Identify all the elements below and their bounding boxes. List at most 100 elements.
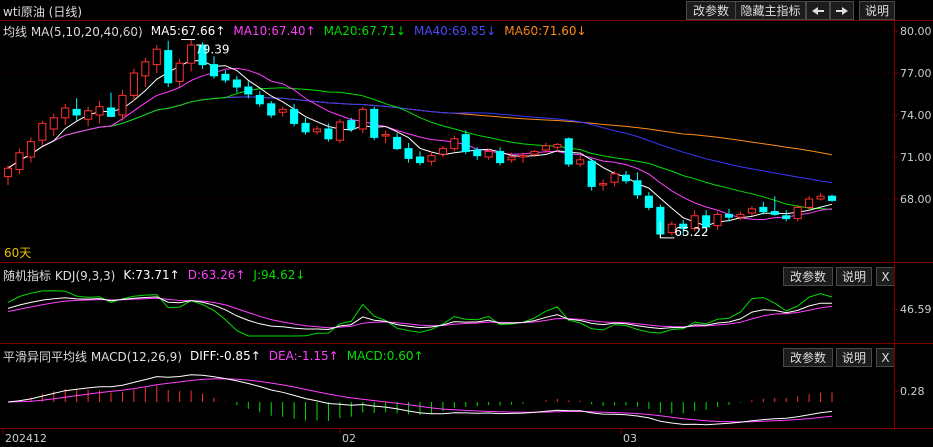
candle-body xyxy=(736,213,745,218)
candle-body xyxy=(496,150,505,164)
macd-diff-value: DIFF:-0.85↑ xyxy=(189,349,261,363)
ma5-value: MA5:67.66↑ xyxy=(150,24,226,38)
ma20-value: MA20:67.71↓ xyxy=(323,24,406,38)
kdj-help-button[interactable]: 说明 xyxy=(836,267,872,286)
kdj-k-line xyxy=(7,296,833,331)
candle-body xyxy=(232,79,241,88)
candle-body xyxy=(461,134,470,152)
ma10-value: MA10:67.40↑ xyxy=(233,24,316,38)
frame xyxy=(0,20,933,430)
period-label: 60天 xyxy=(4,246,32,260)
candle-body xyxy=(610,173,619,183)
candle-body xyxy=(324,128,333,140)
y-tick-label: 74.00 xyxy=(900,109,932,122)
candle-body xyxy=(370,108,379,138)
candle-body xyxy=(290,108,299,124)
candle-body xyxy=(587,160,596,187)
candle-body xyxy=(244,86,253,95)
macd-dea-value: DEA:-1.15↑ xyxy=(268,349,339,363)
y-tick-label: 71.00 xyxy=(900,151,932,164)
candle-body xyxy=(553,143,562,148)
macd-title: 平滑异同平均线 MACD(12,26,9) xyxy=(3,349,182,364)
candle-body xyxy=(770,211,779,215)
candle-body xyxy=(621,174,631,182)
kdj-close-button[interactable]: X xyxy=(876,267,895,286)
ma-legend: 均线 MA(5,10,20,40,60) MA5:67.66↑ MA10:67.… xyxy=(3,20,595,42)
candle-body xyxy=(564,138,573,165)
kdj-lines xyxy=(0,290,894,337)
kdj-title: 随机指标 KDJ(9,3,3) xyxy=(3,268,116,283)
y-tick-label: 68.00 xyxy=(900,193,932,206)
price-chart[interactable]: 80.00 77.00 74.00 71.00 68.00 46.59 0.28 20241… xyxy=(0,0,933,447)
ma-title: 均线 MA(5,10,20,40,60) xyxy=(3,24,143,39)
candle-body xyxy=(95,106,104,116)
kdj-legend: 随机指标 KDJ(9,3,3) K:73.71↑ D:63.26↑ J:94.6… xyxy=(3,264,313,286)
macd-legend: 平滑异同平均线 MACD(12,26,9) DIFF:-0.85↑ DEA:-1… xyxy=(3,345,432,367)
x-tick-label: 03 xyxy=(623,432,637,445)
low-label: 65.22 xyxy=(674,225,708,239)
candle-body xyxy=(702,215,711,228)
candle-body xyxy=(61,107,70,119)
candle-body xyxy=(427,155,436,162)
kdj-params-button[interactable]: 改参数 xyxy=(783,267,833,286)
candle-body xyxy=(381,134,390,137)
candle-body xyxy=(141,61,150,77)
candle-body xyxy=(335,121,344,141)
candle-body xyxy=(118,94,127,116)
candle-body xyxy=(438,148,447,155)
candle-body xyxy=(816,195,825,200)
candle-body xyxy=(3,167,13,178)
low-marker xyxy=(659,221,675,239)
candle-body xyxy=(347,120,356,130)
candle-body xyxy=(175,62,184,82)
y-tick-label: 80.00 xyxy=(900,25,932,38)
candle-body xyxy=(106,107,116,117)
kdj-y-tick-label: 46.59 xyxy=(900,303,932,316)
arrow-right-icon[interactable] xyxy=(830,1,854,20)
candle-body xyxy=(656,206,665,235)
window-title: wti原油 (日线) xyxy=(3,5,83,19)
candle-body xyxy=(72,108,81,116)
candle-body xyxy=(793,206,802,220)
macd-close-button[interactable]: X xyxy=(876,348,895,367)
candle-body xyxy=(805,198,814,208)
params-button[interactable]: 改参数 xyxy=(686,1,736,20)
kdj-j-value: J:94.62↓ xyxy=(253,268,306,282)
candle-body xyxy=(530,150,539,155)
macd-diff-line xyxy=(7,374,833,426)
help-button[interactable]: 说明 xyxy=(859,1,895,20)
y-tick-label: 77.00 xyxy=(900,67,932,80)
candle-body xyxy=(164,50,173,84)
hide-main-indicator-button[interactable]: 隐藏主指标 xyxy=(735,1,806,20)
macd-params-button[interactable]: 改参数 xyxy=(783,348,833,367)
ma10-line xyxy=(7,67,833,221)
arrow-left-icon[interactable] xyxy=(806,1,830,20)
candle-body xyxy=(38,122,47,141)
x-tick-label: 02 xyxy=(342,432,356,445)
candle-body xyxy=(129,72,138,96)
macd-plot xyxy=(7,374,833,426)
moving-average-lines xyxy=(7,59,833,227)
macd-dea-line xyxy=(7,378,833,423)
candle-body xyxy=(599,183,608,186)
candle-body xyxy=(152,48,161,66)
y-axis: 80.00 77.00 74.00 71.00 68.00 46.59 0.28 xyxy=(894,25,932,398)
candle-body xyxy=(301,122,310,133)
ma60-value: MA60:71.60↓ xyxy=(504,24,587,38)
macd-help-button[interactable]: 说明 xyxy=(836,348,872,367)
candle-body xyxy=(221,73,230,81)
candle-body xyxy=(507,156,516,161)
candle-body xyxy=(255,94,264,105)
candle-body xyxy=(827,195,837,201)
candle-body xyxy=(358,108,367,130)
candle-body xyxy=(267,103,276,116)
x-tick-label: 202412 xyxy=(5,432,47,445)
candle-body xyxy=(49,117,58,130)
candle-body xyxy=(278,108,287,113)
candle-body xyxy=(415,156,425,164)
ma20-line xyxy=(7,87,833,210)
kdj-d-line xyxy=(7,297,833,329)
ma40-line xyxy=(7,96,833,184)
kdj-k-value: K:73.71↑ xyxy=(123,268,180,282)
candle-body xyxy=(209,64,219,77)
